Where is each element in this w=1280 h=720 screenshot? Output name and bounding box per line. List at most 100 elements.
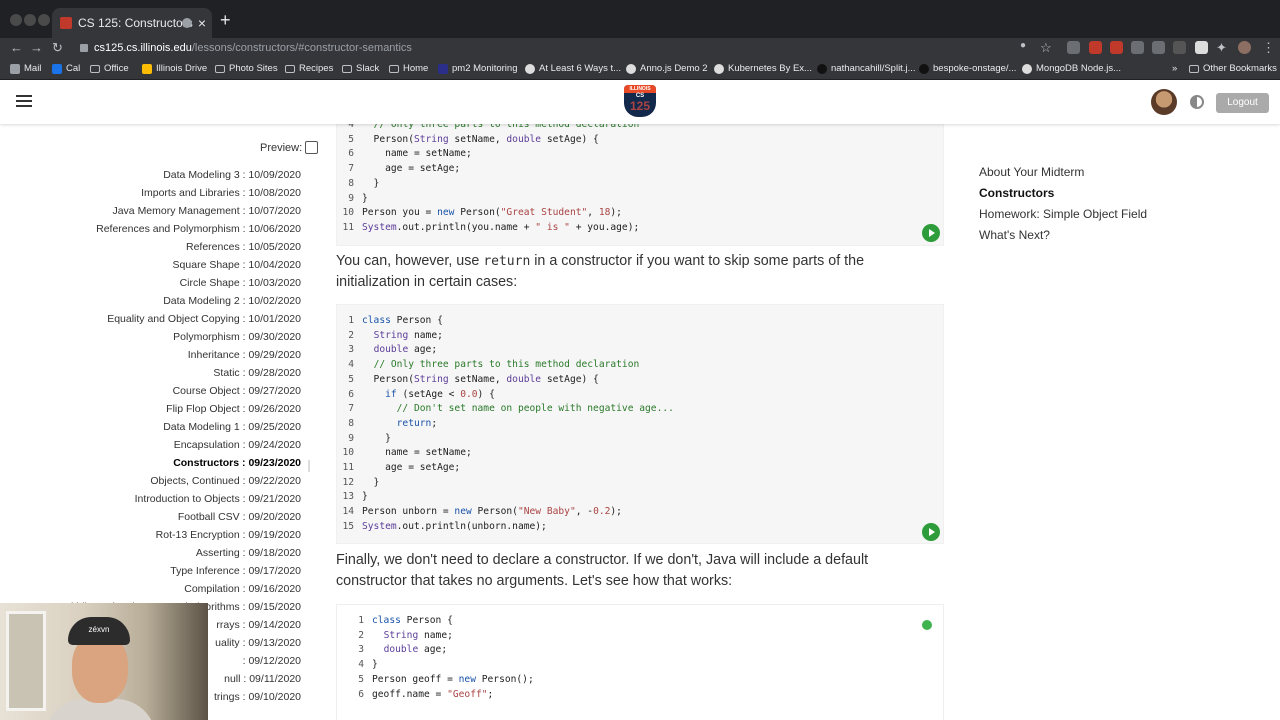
address-bar[interactable]: cs125.cs.illinois.edu/lessons/constructo… [76, 38, 1064, 58]
lesson-link[interactable]: Data Modeling 2 : 10/02/2020 [1, 292, 301, 310]
toc-link[interactable]: Homework: Simple Object Field [979, 204, 1259, 225]
preview-checkbox[interactable] [305, 141, 318, 154]
new-tab-button[interactable]: + [220, 10, 231, 31]
toc-link[interactable]: About Your Midterm [979, 162, 1259, 183]
bookmarks-overflow-button[interactable]: » [1158, 62, 1177, 76]
lesson-link[interactable]: Data Modeling 3 : 10/09/2020 [1, 166, 301, 184]
lesson-link[interactable]: Introduction to Objects : 09/21/2020 [1, 490, 301, 508]
code-line: 12 } [342, 476, 380, 488]
code-line: 4} [358, 659, 378, 671]
browser-menu-icon[interactable]: ⋮ [1262, 40, 1275, 56]
bookmark-annojs-demo[interactable]: Anno.js Demo 2 [626, 62, 708, 76]
extension-icon[interactable] [1110, 41, 1123, 54]
code-line: 10 name = setName; [342, 447, 472, 459]
back-icon[interactable]: ← [10, 40, 23, 55]
bookmark-bespoke-onstage[interactable]: bespoke-onstage/... [919, 62, 1016, 76]
extension-icon[interactable] [1089, 41, 1102, 54]
code-line: 4 // Only three parts to this method dec… [348, 359, 640, 371]
extension-icon[interactable] [1067, 41, 1080, 54]
lesson-link[interactable]: References and Polymorphism : 10/06/2020 [1, 220, 301, 238]
lesson-link[interactable]: Course Object : 09/27/2020 [1, 382, 301, 400]
code-line: 10 Person you = new Person("Great Student… [342, 207, 622, 219]
table-of-contents: About Your Midterm Constructors Homework: … [979, 162, 1259, 246]
lesson-link[interactable]: References : 10/05/2020 [1, 238, 301, 256]
toc-link[interactable]: Constructors [979, 183, 1259, 204]
close-tab-icon[interactable]: × [198, 8, 206, 38]
extension-icon[interactable] [1131, 41, 1144, 54]
bookmark-kubernetes[interactable]: Kubernetes By Ex... [714, 62, 812, 76]
paragraph: You can, however, use return in a constr… [336, 253, 865, 290]
bookmark-mongodb[interactable]: MongoDB Node.js... [1022, 62, 1121, 76]
bookmark-split-js[interactable]: nathancahill/Split.j... [817, 62, 916, 76]
bookmark-home[interactable]: Home [389, 62, 428, 76]
github-icon [626, 64, 636, 74]
code-line: 8 } [348, 177, 380, 189]
hamburger-menu-icon[interactable] [16, 95, 32, 107]
dark-mode-toggle-icon[interactable] [1190, 95, 1204, 109]
lesson-link[interactable]: Imports and Libraries : 10/08/2020 [1, 184, 301, 202]
lesson-link[interactable]: Java Memory Management : 10/07/2020 [1, 202, 301, 220]
code-block[interactable]: 1 class Person {2 String name; 3 double ag… [336, 304, 944, 544]
lesson-link[interactable]: Asserting : 09/18/2020 [1, 544, 301, 562]
tab-title: CS 125: Constructors [78, 16, 193, 30]
lesson-link[interactable]: Objects, Continued : 09/22/2020 [1, 472, 301, 490]
close-window-button[interactable] [10, 14, 22, 26]
lesson-link[interactable]: Polymorphism : 09/30/2020 [1, 328, 301, 346]
lesson-link[interactable]: Football CSV : 09/20/2020 [1, 508, 301, 526]
lesson-link[interactable]: Type Inference : 09/17/2020 [1, 562, 301, 580]
drive-icon [142, 64, 152, 74]
cs125-logo[interactable]: ILLINOIS CS 125 [624, 85, 656, 117]
toc-link[interactable]: What's Next? [979, 225, 1259, 246]
extension-icon[interactable] [1173, 41, 1186, 54]
lesson-link[interactable]: Square Shape : 10/04/2020 [1, 256, 301, 274]
bookmark-at-least-6-ways[interactable]: At Least 6 Ways t... [525, 62, 621, 76]
code-line: 1 class Person { [348, 315, 443, 326]
bookmark-office[interactable]: Office [90, 62, 129, 76]
run-code-button[interactable] [922, 523, 940, 541]
lesson-link[interactable]: Data Modeling 1 : 09/25/2020 [1, 418, 301, 436]
preview-label: Preview: [260, 142, 303, 154]
lesson-link[interactable]: Circle Shape : 10/03/2020 [1, 274, 301, 292]
bookmark-illinois-drive[interactable]: Illinois Drive [142, 62, 207, 76]
logout-button[interactable]: Logout [1216, 93, 1269, 113]
audio-icon[interactable] [182, 18, 192, 28]
code-line: 9 } [348, 432, 391, 444]
lesson-link[interactable]: Rot-13 Encryption : 09/19/2020 [1, 526, 301, 544]
lesson-link[interactable]: Flip Flop Object : 09/26/2020 [1, 400, 301, 418]
preview-toggle[interactable]: Preview: [260, 141, 318, 154]
lesson-link[interactable]: Constructors : 09/23/2020 [1, 454, 301, 472]
maximize-window-button[interactable] [38, 14, 50, 26]
lesson-link[interactable]: Static : 09/28/2020 [1, 364, 301, 382]
run-code-button[interactable] [922, 224, 940, 242]
lesson-link[interactable]: Inheritance : 09/29/2020 [1, 346, 301, 364]
extensions-puzzle-icon[interactable]: ✦ [1216, 40, 1227, 56]
bookmark-star-icon[interactable]: ☆ [1040, 40, 1052, 56]
folder-icon [389, 65, 399, 73]
forward-icon[interactable]: → [30, 40, 43, 55]
minimize-window-button[interactable] [24, 14, 36, 26]
lesson-link[interactable]: Compilation : 09/16/2020 [1, 580, 301, 598]
user-avatar[interactable] [1151, 89, 1177, 115]
bookmark-mail[interactable]: Mail [10, 62, 41, 76]
bookmark-photo-sites[interactable]: Photo Sites [215, 62, 278, 76]
reload-icon[interactable]: ↻ [52, 40, 63, 56]
bookmark-slack[interactable]: Slack [342, 62, 379, 76]
microphone-icon[interactable]: ● [1020, 40, 1026, 51]
browser-tab[interactable]: CS 125: Constructors × [52, 8, 212, 38]
bookmarks-bar: Mail Cal Office Illinois Drive Photo Sit… [0, 58, 1280, 80]
bookmark-other-bookmarks[interactable]: Other Bookmarks [1189, 62, 1277, 76]
bookmark-cal[interactable]: Cal [52, 62, 80, 76]
code-block[interactable]: 4 // Only three parts to this method dec… [336, 124, 944, 246]
lesson-link[interactable]: Equality and Object Copying : 10/01/2020 [1, 310, 301, 328]
folder-icon [1189, 65, 1199, 73]
code-block[interactable]: 1 class Person {2 String name; 3 double ag… [336, 604, 944, 720]
inline-code: return [483, 254, 531, 269]
bookmark-recipes[interactable]: Recipes [285, 62, 333, 76]
extension-icon[interactable] [1195, 41, 1208, 54]
extension-icon[interactable] [1152, 41, 1165, 54]
code-line: 14 Person unborn = new Person("New Baby",… [342, 506, 622, 518]
code-line: 15 System.out.println(unborn.name); [342, 520, 547, 532]
profile-avatar-icon[interactable] [1238, 41, 1251, 54]
bookmark-pm2-monitoring[interactable]: pm2 Monitoring [438, 62, 517, 76]
lesson-link[interactable]: Encapsulation : 09/24/2020 [1, 436, 301, 454]
